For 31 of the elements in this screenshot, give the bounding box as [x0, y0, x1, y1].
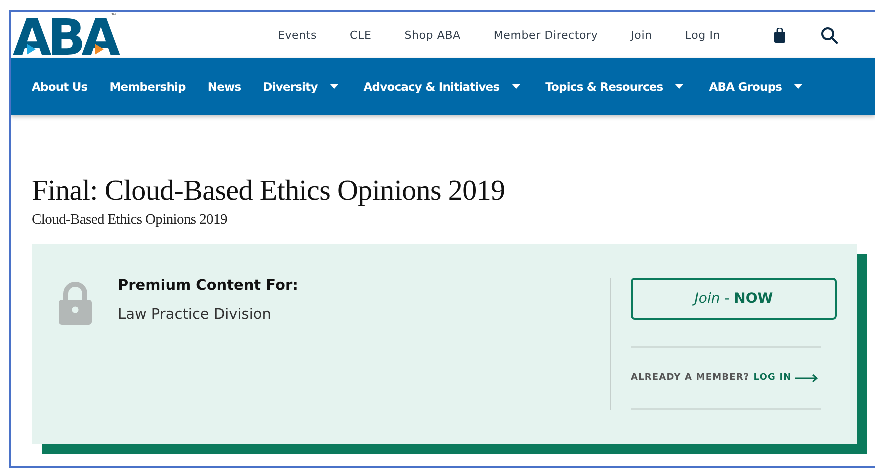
triangle-icon: [95, 44, 104, 55]
search-icon[interactable]: [820, 26, 838, 44]
nav-item[interactable]: ABA Groups: [709, 80, 806, 94]
nav-item[interactable]: Topics & Resources: [546, 80, 688, 94]
caret-icon[interactable]: [330, 84, 339, 89]
utility-link[interactable]: Shop ABA: [404, 28, 461, 42]
utility-link[interactable]: CLE: [350, 28, 372, 42]
padlock-icon: [59, 282, 92, 325]
caret-icon[interactable]: [794, 84, 804, 89]
nav-item[interactable]: Diversity: [263, 80, 342, 94]
shopping-bag-icon[interactable]: [774, 28, 786, 42]
utility-link[interactable]: Log In: [685, 28, 721, 42]
utility-link[interactable]: Member Directory: [494, 28, 598, 42]
nav-item[interactable]: Advocacy & Initiatives: [364, 80, 524, 94]
page-title: Final: Cloud-Based Ethics Opinions 2019: [32, 174, 506, 209]
audience-label: Law Practice Division: [118, 307, 272, 323]
utility-link[interactable]: Join: [631, 28, 652, 42]
arrow-right-icon: [794, 374, 819, 382]
caret-icon[interactable]: [512, 84, 521, 89]
premium-heading: Premium Content For:: [118, 278, 298, 294]
member-prompt: ALREADY A MEMBER?: [631, 373, 750, 383]
nav-item[interactable]: News: [208, 80, 242, 94]
nav-item[interactable]: About Us: [32, 80, 88, 94]
join-now-button[interactable]: Join - NOW: [631, 278, 837, 320]
utility-link[interactable]: Events: [278, 28, 318, 42]
caret-icon[interactable]: [675, 84, 684, 89]
logo-wordmark[interactable]: ABA: [13, 18, 117, 58]
triangle-icon: [27, 44, 36, 55]
nav-item[interactable]: Membership: [110, 80, 186, 94]
log-in-link[interactable]: LOG IN: [754, 373, 792, 383]
page-subtitle: Cloud-Based Ethics Opinions 2019: [32, 212, 228, 229]
